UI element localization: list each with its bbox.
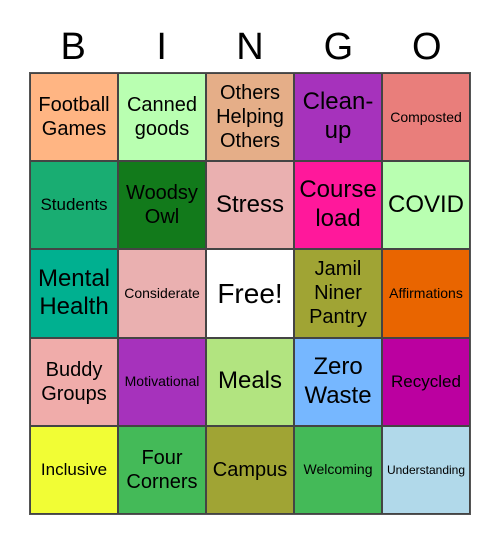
- bingo-cell[interactable]: Recycled: [382, 337, 470, 426]
- bingo-cell[interactable]: Course load: [294, 161, 382, 250]
- bingo-cell[interactable]: Campus: [206, 425, 294, 514]
- header-letter-o: O: [412, 26, 442, 68]
- header-letter-b: B: [60, 26, 86, 68]
- bingo-cell[interactable]: Others Helping Others: [206, 73, 294, 162]
- bingo-card-grid: Football Games Canned goods Others Helping…: [29, 72, 471, 515]
- bingo-cell[interactable]: Welcoming: [294, 425, 382, 514]
- bingo-cell[interactable]: Clean-up: [294, 73, 382, 162]
- bingo-cell[interactable]: Football Games: [30, 73, 118, 162]
- bingo-cell[interactable]: Students: [30, 161, 118, 250]
- bingo-cell[interactable]: Motivational: [118, 337, 206, 426]
- header-letter-i: I: [156, 26, 167, 68]
- free-space-cell[interactable]: Free!: [206, 249, 294, 338]
- bingo-header: B I N G O: [29, 22, 471, 72]
- bingo-cell[interactable]: Stress: [206, 161, 294, 250]
- bingo-cell[interactable]: Considerate: [118, 249, 206, 338]
- header-letter-g: G: [323, 26, 354, 68]
- bingo-cell[interactable]: COVID: [382, 161, 470, 250]
- bingo-cell[interactable]: Four Corners: [118, 425, 206, 514]
- bingo-cell[interactable]: Buddy Groups: [30, 337, 118, 426]
- bingo-cell[interactable]: Canned goods: [118, 73, 206, 162]
- bingo-cell[interactable]: Meals: [206, 337, 294, 426]
- bingo-cell[interactable]: Understanding: [382, 425, 470, 514]
- bingo-cell[interactable]: Zero Waste: [294, 337, 382, 426]
- header-letter-n: N: [236, 26, 264, 68]
- bingo-cell[interactable]: Composted: [382, 73, 470, 162]
- bingo-cell[interactable]: Mental Health: [30, 249, 118, 338]
- bingo-cell[interactable]: Woodsy Owl: [118, 161, 206, 250]
- bingo-cell[interactable]: Inclusive: [30, 425, 118, 514]
- bingo-cell[interactable]: Jamil Niner Pantry: [294, 249, 382, 338]
- bingo-cell[interactable]: Affirmations: [382, 249, 470, 338]
